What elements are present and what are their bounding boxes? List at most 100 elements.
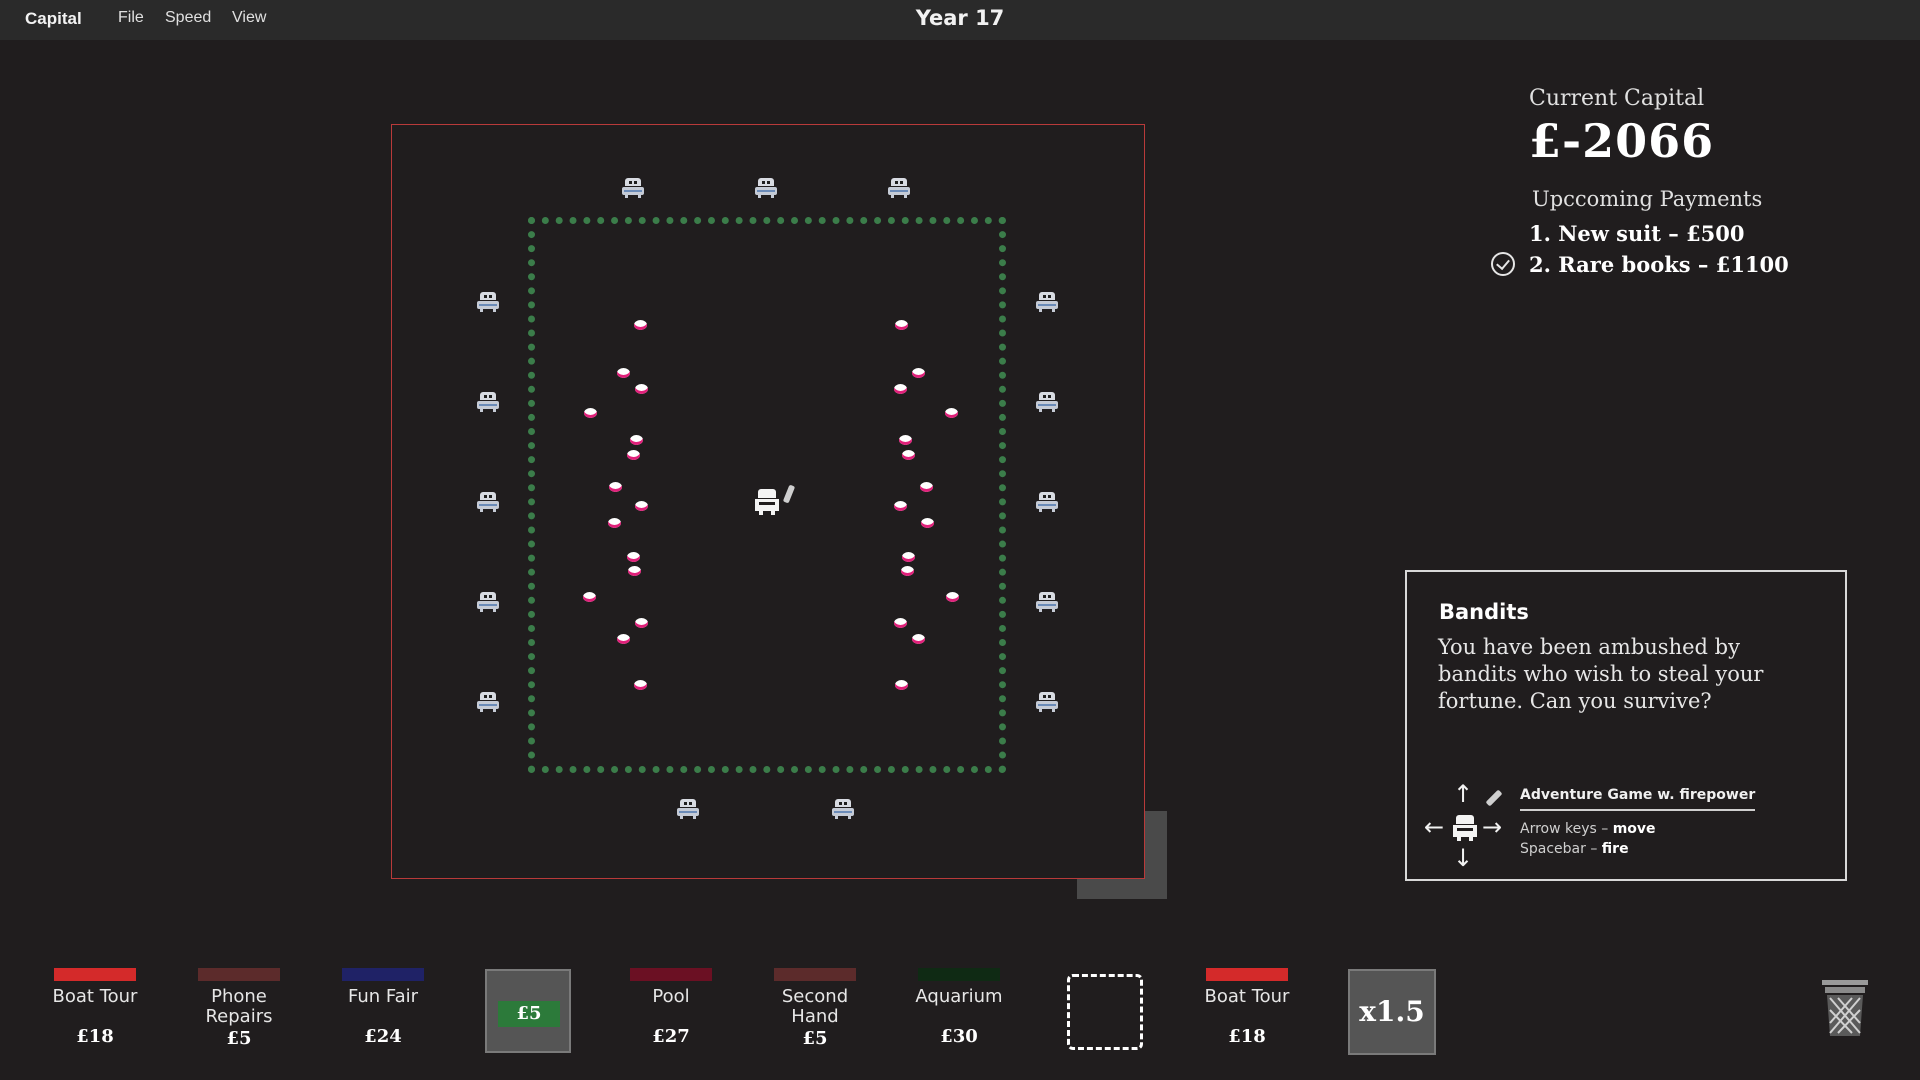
flower-petal-icon <box>894 618 907 628</box>
card-name: Phone Repairs <box>205 986 273 1027</box>
flower-petal-icon <box>634 320 647 330</box>
flower-petal-icon <box>920 482 933 492</box>
bandit-icon <box>477 292 499 312</box>
flower-petal-icon <box>635 501 648 511</box>
menu-bar: Capital File Speed View Year 17 <box>0 0 1920 40</box>
card-price: £18 <box>1228 1026 1266 1047</box>
card-color-bar <box>54 968 136 981</box>
player-icon <box>755 489 779 515</box>
card-boat-tour[interactable]: Boat Tour £18 <box>1192 968 1302 1047</box>
card-color-bar <box>630 968 712 981</box>
card-color-bar <box>1206 968 1288 981</box>
payment-item: 1. New suit – £500 <box>1529 221 1745 246</box>
flower-petal-icon <box>895 320 908 330</box>
card-price: £30 <box>940 1026 978 1047</box>
multiplier-slot[interactable]: x1.5 <box>1348 969 1436 1055</box>
bandit-icon <box>832 799 854 819</box>
bandit-icon <box>1036 392 1058 412</box>
bandit-icon <box>1036 292 1058 312</box>
capital-value: £-2066 <box>1529 114 1715 168</box>
flower-petal-icon <box>628 566 641 576</box>
flower-petal-icon <box>634 680 647 690</box>
card-boat-tour[interactable]: Boat Tour £18 <box>40 968 150 1047</box>
capital-label: Current Capital <box>1529 86 1705 111</box>
bandit-icon <box>622 178 644 198</box>
bandit-icon <box>1036 692 1058 712</box>
flower-petal-icon <box>894 384 907 394</box>
flower-petal-icon <box>583 592 596 602</box>
card-second-hand[interactable]: Second Hand £5 <box>760 968 870 1049</box>
card-color-bar <box>774 968 856 981</box>
card-phone-repairs[interactable]: Phone Repairs £5 <box>184 968 294 1049</box>
card-name: Boat Tour <box>1204 986 1290 1007</box>
arrow-up-icon: ↑ <box>1453 780 1474 808</box>
money-slot[interactable]: £5 <box>485 969 571 1053</box>
arrow-left-icon: ← <box>1424 813 1445 841</box>
card-price: £18 <box>76 1026 114 1047</box>
control-key: Arrow keys <box>1520 821 1597 837</box>
game-type-label: Adventure Game w. firepower <box>1520 787 1756 811</box>
flower-petal-icon <box>584 408 597 418</box>
bandit-icon <box>755 178 777 198</box>
player-icon <box>1453 815 1477 841</box>
flower-petal-icon <box>635 618 648 628</box>
card-name: Fun Fair <box>347 986 419 1007</box>
trash-icon[interactable] <box>1822 978 1868 1038</box>
flower-petal-icon <box>894 501 907 511</box>
flower-petal-icon <box>946 592 959 602</box>
checkmark-icon <box>1491 252 1515 276</box>
bandit-icon <box>477 592 499 612</box>
flower-petal-icon <box>902 450 915 460</box>
flower-petal-icon <box>627 552 640 562</box>
flower-petal-icon <box>617 368 630 378</box>
card-name: Boat Tour <box>52 986 138 1007</box>
flower-petal-icon <box>609 482 622 492</box>
card-color-bar <box>198 968 280 981</box>
flower-petal-icon <box>945 408 958 418</box>
control-key: Spacebar <box>1520 841 1586 857</box>
card-name: Aquarium <box>915 986 1003 1007</box>
control-move: Arrow keys – move <box>1520 821 1656 837</box>
flower-petal-icon <box>627 450 640 460</box>
card-aquarium[interactable]: Aquarium £30 <box>904 968 1014 1047</box>
card-name: Pool <box>652 986 690 1007</box>
card-name: Second Hand <box>781 986 849 1027</box>
bandit-icon <box>677 799 699 819</box>
card-price: £5 <box>802 1028 828 1049</box>
flower-petal-icon <box>921 518 934 528</box>
control-action: fire <box>1601 841 1629 857</box>
card-color-bar <box>918 968 1000 981</box>
money-note: £5 <box>498 1001 560 1027</box>
flower-petal-icon <box>901 566 914 576</box>
flower-petal-icon <box>902 552 915 562</box>
payment-item: 2. Rare books – £1100 <box>1529 252 1789 277</box>
card-price: £24 <box>364 1026 402 1047</box>
flower-petal-icon <box>895 680 908 690</box>
card-price: £5 <box>226 1028 252 1049</box>
flower-petal-icon <box>635 384 648 394</box>
card-price: £27 <box>652 1026 690 1047</box>
year-title: Year 17 <box>915 6 1005 30</box>
card-color-bar <box>342 968 424 981</box>
control-fire: Spacebar – fire <box>1520 841 1629 857</box>
flower-petal-icon <box>617 634 630 644</box>
control-action: move <box>1612 821 1656 837</box>
flower-petal-icon <box>912 368 925 378</box>
bandit-icon <box>477 492 499 512</box>
flower-petal-icon <box>608 518 621 528</box>
payments-title: Upccoming Payments <box>1532 187 1763 211</box>
bandit-icon <box>888 178 910 198</box>
arrow-right-icon: → <box>1482 813 1503 841</box>
flower-petal-icon <box>912 634 925 644</box>
bandit-icon <box>477 692 499 712</box>
flower-petal-icon <box>899 435 912 445</box>
bandit-icon <box>1036 492 1058 512</box>
bandit-icon <box>1036 592 1058 612</box>
flower-petal-icon <box>630 435 643 445</box>
bandit-icon <box>477 392 499 412</box>
card-fun-fair[interactable]: Fun Fair £24 <box>328 968 438 1047</box>
card-pool[interactable]: Pool £27 <box>616 968 726 1047</box>
empty-slot[interactable] <box>1067 974 1143 1050</box>
event-title: Bandits <box>1439 600 1529 624</box>
arrow-down-icon: ↓ <box>1453 844 1474 872</box>
